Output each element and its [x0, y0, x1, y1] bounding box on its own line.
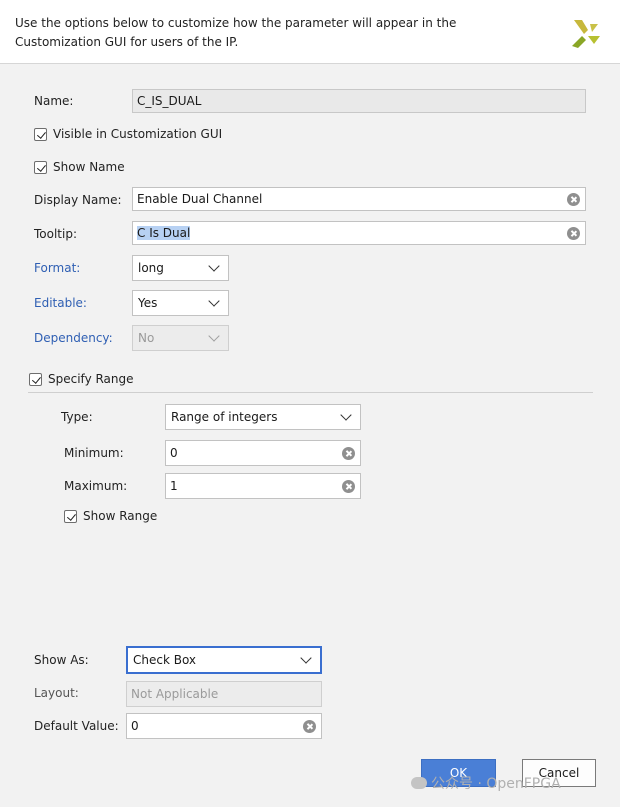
range-type-label: Type:: [61, 410, 93, 424]
layout-value: Not Applicable: [131, 687, 219, 701]
clear-icon[interactable]: [342, 480, 355, 493]
section-divider: [28, 392, 593, 393]
default-value-input[interactable]: 0: [126, 713, 322, 739]
chevron-down-icon: [208, 330, 220, 342]
display-name-label: Display Name:: [34, 193, 122, 207]
wechat-icon: [411, 777, 427, 789]
minimum-label: Minimum:: [64, 446, 124, 460]
range-type-value: Range of integers: [171, 410, 278, 424]
chevron-down-icon: [208, 295, 220, 307]
show-name-checkbox[interactable]: [34, 161, 47, 174]
format-dropdown[interactable]: long: [132, 255, 229, 281]
dependency-value: No: [138, 331, 155, 345]
header-description: Use the options below to customize how t…: [15, 16, 457, 49]
tooltip-input[interactable]: C Is Dual: [132, 221, 586, 245]
chevron-down-icon: [340, 409, 352, 421]
dependency-label[interactable]: Dependency:: [34, 331, 113, 345]
watermark-text: 公众号 · OpenFPGA: [431, 776, 561, 792]
maximum-value: 1: [170, 479, 178, 493]
show-name-label: Show Name: [53, 160, 125, 174]
chevron-down-icon: [300, 652, 312, 664]
range-type-dropdown[interactable]: Range of integers: [165, 404, 361, 430]
name-field: C_IS_DUAL: [132, 89, 586, 113]
default-value-label: Default Value:: [34, 719, 119, 733]
name-label: Name:: [34, 94, 74, 108]
specify-range-checkbox[interactable]: [29, 373, 42, 386]
show-as-value: Check Box: [133, 653, 197, 667]
show-range-checkbox[interactable]: [64, 510, 77, 523]
minimum-input[interactable]: 0: [165, 440, 361, 466]
clear-icon[interactable]: [303, 720, 316, 733]
xilinx-logo-icon: [572, 20, 600, 48]
name-value: C_IS_DUAL: [137, 94, 202, 108]
watermark: 公众号 · OpenFPGA: [411, 773, 561, 793]
chevron-down-icon: [208, 260, 220, 272]
visible-checkbox[interactable]: [34, 128, 47, 141]
display-name-input[interactable]: Enable Dual Channel: [132, 187, 586, 211]
clear-icon[interactable]: [567, 193, 580, 206]
tooltip-label: Tooltip:: [34, 227, 78, 241]
show-as-dropdown[interactable]: Check Box: [126, 646, 322, 674]
dependency-dropdown: No: [132, 325, 229, 351]
clear-icon[interactable]: [342, 447, 355, 460]
maximum-input[interactable]: 1: [165, 473, 361, 499]
default-value: 0: [131, 719, 139, 733]
visible-label: Visible in Customization GUI: [53, 127, 223, 141]
clear-icon[interactable]: [567, 227, 580, 240]
maximum-label: Maximum:: [64, 479, 128, 493]
layout-field: Not Applicable: [126, 681, 322, 707]
editable-label[interactable]: Editable:: [34, 296, 87, 310]
minimum-value: 0: [170, 446, 178, 460]
editable-value: Yes: [138, 296, 158, 310]
dialog-header: Use the options below to customize how t…: [0, 0, 620, 64]
layout-label: Layout:: [34, 686, 79, 700]
editable-dropdown[interactable]: Yes: [132, 290, 229, 316]
tooltip-value: C Is Dual: [137, 226, 191, 240]
display-name-value: Enable Dual Channel: [137, 192, 263, 206]
show-as-label: Show As:: [34, 653, 89, 667]
format-label[interactable]: Format:: [34, 261, 80, 275]
specify-range-label: Specify Range: [48, 372, 134, 386]
show-range-label: Show Range: [83, 509, 158, 523]
format-value: long: [138, 261, 164, 275]
